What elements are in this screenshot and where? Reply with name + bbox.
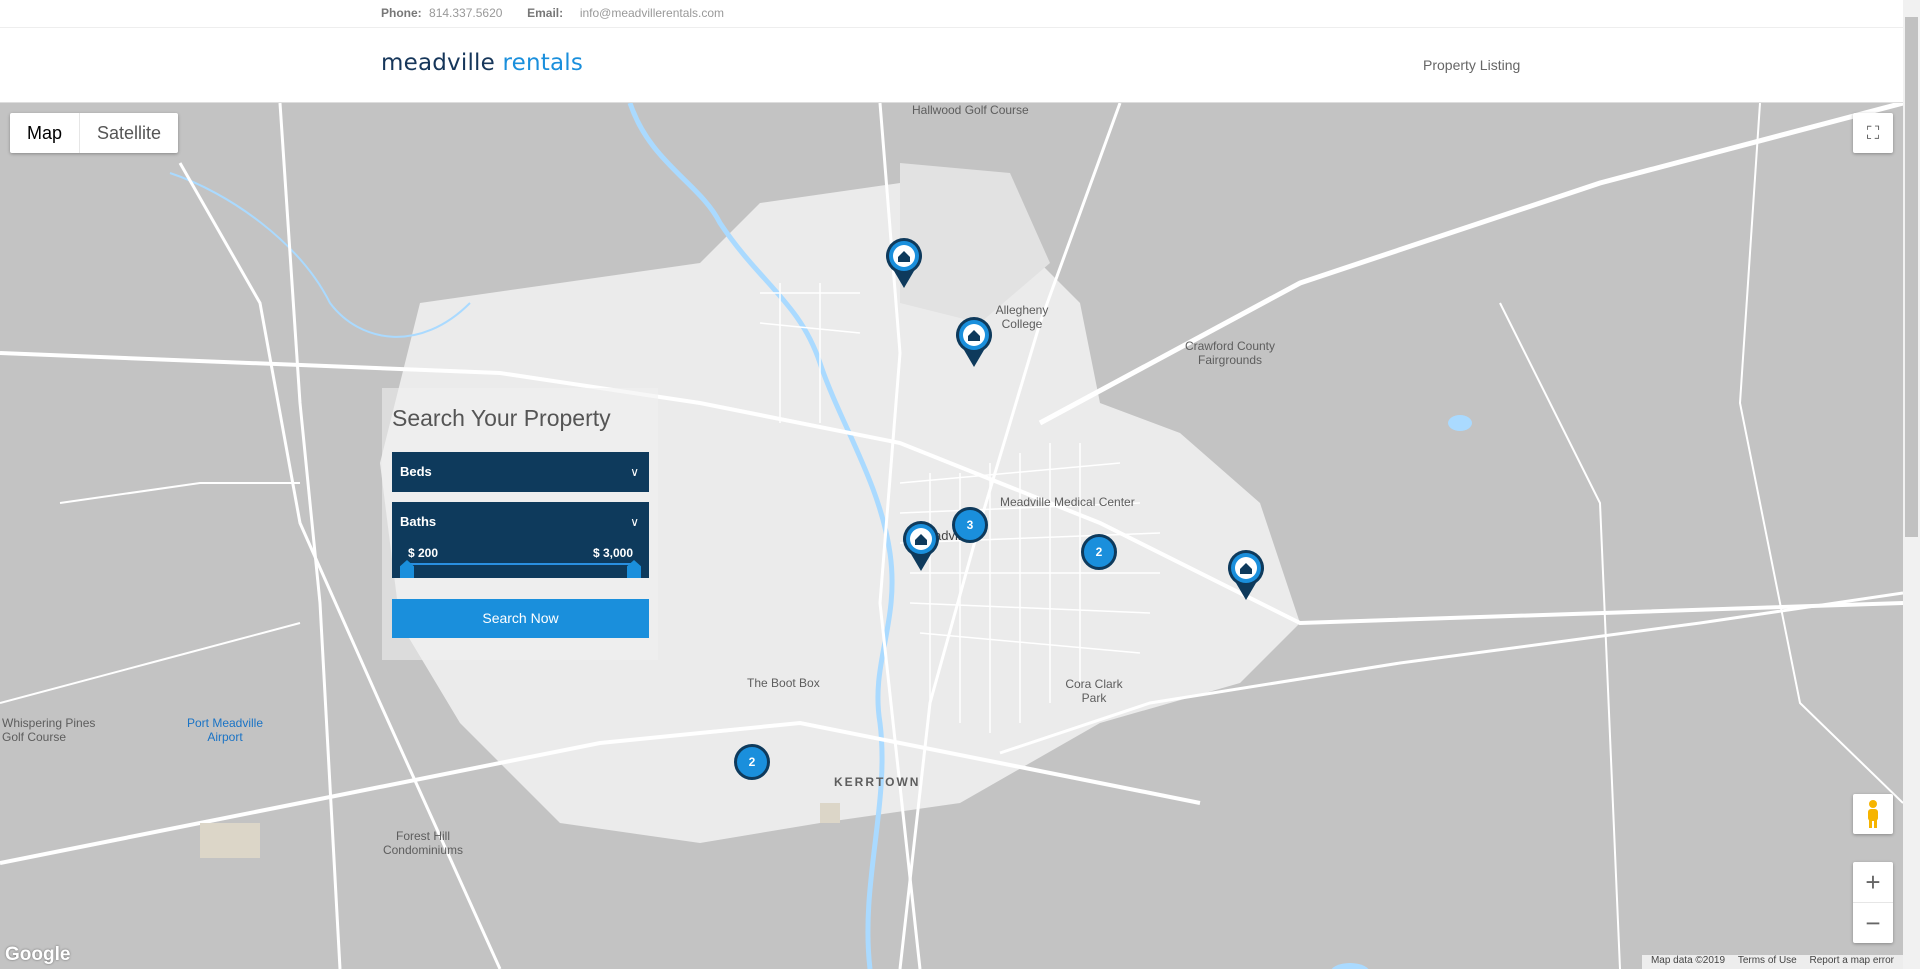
map-label-boot-box: The Boot Box — [747, 676, 820, 690]
search-now-button[interactable]: Search Now — [392, 599, 649, 638]
property-marker[interactable] — [901, 520, 941, 572]
fullscreen-icon: ⛶ — [1866, 123, 1880, 143]
minus-icon: − — [1865, 908, 1881, 938]
price-min-label: $ 200 — [408, 546, 439, 560]
site-logo[interactable]: meadville rentals — [381, 50, 583, 76]
zoom-in-button[interactable]: + — [1853, 862, 1893, 903]
logo-main-text: meadville — [381, 50, 495, 76]
home-pin-icon — [1228, 550, 1264, 600]
email-label: Email: — [527, 6, 564, 20]
search-title: Search Your Property — [392, 405, 611, 431]
map-label-medical-center: Meadville Medical Center — [1000, 495, 1135, 509]
terms-of-use-link[interactable]: Terms of Use — [1738, 955, 1797, 966]
map-type-control: Map Satellite — [10, 113, 179, 153]
price-range-track — [406, 563, 635, 565]
property-map[interactable]: Map Satellite ⛶ Hallwood Golf Course All… — [0, 103, 1903, 969]
top-contact-bar: Phone: 814.337.5620 Email: info@meadvill… — [0, 0, 1903, 28]
scrollbar-thumb[interactable] — [1905, 17, 1918, 537]
property-marker[interactable] — [1226, 549, 1266, 601]
page-scrollbar[interactable] — [1903, 0, 1920, 969]
map-label-port-meadville-airport: Port Meadville Airport — [186, 716, 264, 744]
phone-value[interactable]: 814.337.5620 — [429, 6, 502, 20]
pegman-icon — [1868, 800, 1878, 828]
nav-property-listing[interactable]: Property Listing — [1423, 57, 1520, 73]
logo-accent-text: rentals — [502, 50, 584, 76]
map-type-map-button[interactable]: Map — [10, 113, 81, 153]
baths-dropdown[interactable]: Baths ∨ — [392, 502, 649, 542]
beds-label: Beds — [400, 464, 432, 479]
map-label-whispering-pines: Whispering Pines Golf Course — [2, 716, 96, 744]
property-marker[interactable] — [954, 316, 994, 368]
home-pin-icon — [903, 521, 939, 571]
phone-label: Phone: — [381, 6, 422, 20]
site-header: meadville rentals Property Listing — [0, 28, 1903, 103]
price-max-label: $ 3,000 — [592, 546, 633, 560]
fullscreen-button[interactable]: ⛶ — [1853, 113, 1893, 153]
marker-cluster[interactable]: 2 — [1081, 534, 1117, 570]
marker-cluster[interactable]: 2 — [734, 744, 770, 780]
map-data-text: Map data ©2019 — [1650, 955, 1726, 966]
home-pin-icon — [956, 317, 992, 367]
google-logo: Google — [5, 944, 71, 965]
map-label-forest-hill: Forest Hill Condominiums — [382, 829, 464, 857]
street-view-pegman[interactable] — [1853, 794, 1893, 834]
search-panel: Search Your Property Beds ∨ Baths ∨ $ 20… — [382, 388, 658, 660]
plus-icon: + — [1865, 867, 1881, 897]
map-label-allegheny: Allegheny College — [995, 303, 1049, 331]
report-map-error-link[interactable]: Report a map error — [1810, 955, 1894, 966]
map-label-hallwood: Hallwood Golf Course — [912, 103, 1029, 117]
zoom-control: + − — [1853, 862, 1893, 943]
chevron-down-icon: ∨ — [630, 515, 639, 529]
chevron-down-icon: ∨ — [630, 465, 639, 479]
beds-dropdown[interactable]: Beds ∨ — [392, 452, 649, 492]
map-attribution: Map data ©2019 Terms of Use Report a map… — [1641, 955, 1903, 969]
zoom-out-button[interactable]: − — [1853, 903, 1893, 943]
home-pin-icon — [886, 238, 922, 288]
map-label-kerrtown: KERRTOWN — [834, 775, 921, 789]
map-label-fairgrounds: Crawford County Fairgrounds — [1184, 339, 1276, 367]
property-marker[interactable] — [884, 237, 924, 289]
map-label-cora-clark-park: Cora Clark Park — [1065, 677, 1123, 705]
marker-cluster[interactable]: 3 — [952, 507, 988, 543]
baths-label: Baths — [400, 514, 437, 529]
email-value[interactable]: info@meadvillerentals.com — [580, 6, 724, 20]
map-type-satellite-button[interactable]: Satellite — [80, 113, 178, 153]
price-range-slider[interactable]: $ 200 $ 3,000 — [392, 538, 649, 578]
